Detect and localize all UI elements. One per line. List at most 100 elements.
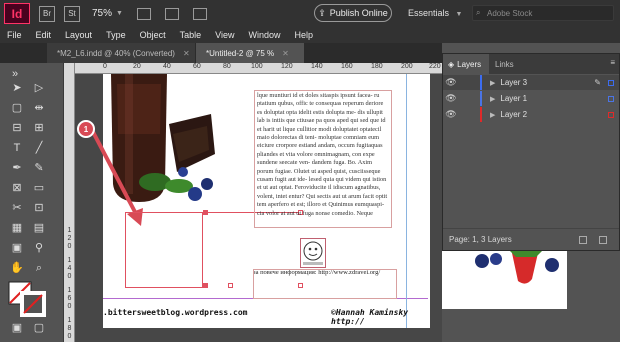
bridge-button[interactable]: Br bbox=[39, 5, 55, 22]
close-icon[interactable]: ✕ bbox=[183, 49, 190, 58]
new-layer-icon[interactable] bbox=[579, 236, 587, 244]
document-tabs: *M2_L6.indd @ 40% (Converted) ✕ *Untitle… bbox=[0, 43, 442, 63]
menu-bar: File Edit Layout Type Object Table View … bbox=[0, 27, 620, 43]
free-transform-tool-icon[interactable]: ⊡ bbox=[32, 201, 46, 215]
visibility-eye-icon[interactable]: 👁 bbox=[444, 77, 458, 88]
ruler-tick-label: 0 bbox=[67, 273, 72, 280]
ruler-tick-label: 1 bbox=[67, 287, 72, 294]
search-icon: ⌕ bbox=[476, 8, 481, 17]
normal-view-icon[interactable]: ▣ bbox=[10, 321, 24, 335]
tab-layers-label: Layers bbox=[457, 59, 482, 69]
tab-layers[interactable]: ◈ Layers bbox=[443, 54, 489, 74]
ruler-tick-label: 220 bbox=[429, 63, 441, 70]
credit-text[interactable]: ©Hannah Kaminsky http:// bbox=[331, 308, 442, 326]
zdravei-logo-image[interactable] bbox=[300, 238, 326, 268]
arrange-documents-icon[interactable] bbox=[192, 7, 207, 20]
menu-table[interactable]: Table bbox=[180, 30, 202, 40]
layer-row-1[interactable]: 👁 ▶ Layer 1 bbox=[443, 91, 619, 106]
ruler-tick-label: 80 bbox=[223, 63, 231, 70]
publish-online-button[interactable]: ⇪ Publish Online bbox=[314, 4, 392, 22]
tab-m2-l6[interactable]: *M2_L6.indd @ 40% (Converted) ✕ bbox=[47, 43, 195, 63]
menu-file[interactable]: File bbox=[7, 30, 22, 40]
view-options-icon[interactable] bbox=[136, 7, 151, 20]
tab-untitled-2[interactable]: *Untitled-2 @ 75 % ✕ bbox=[196, 43, 304, 63]
rectangle-tool-icon[interactable]: ▭ bbox=[32, 181, 46, 195]
close-icon[interactable]: ✕ bbox=[282, 49, 289, 58]
expand-triangle-icon[interactable]: ▶ bbox=[490, 79, 495, 87]
page-tool-icon[interactable]: ▢ bbox=[10, 101, 24, 115]
ruler-tick-label: 0 bbox=[67, 303, 72, 310]
tools-panel: » ➤ ▷ ▢ ⇹ ⊟ ⊞ T ╱ ✒ ✎ ⊠ ▭ ✂ ⊡ ▦ ▤ ▣ ⚲ ✋ … bbox=[0, 63, 64, 342]
layer-selection-box[interactable] bbox=[608, 79, 614, 86]
menu-edit[interactable]: Edit bbox=[36, 30, 52, 40]
selection-tool-icon[interactable]: ➤ bbox=[10, 81, 24, 95]
vertical-ruler[interactable]: 1 2 0 1 4 0 1 6 0 1 8 0 bbox=[64, 63, 75, 342]
ruler-tick-label: 1 bbox=[67, 257, 72, 264]
zoom-level-dropdown[interactable]: 75% ▼ bbox=[92, 8, 123, 19]
menu-object[interactable]: Object bbox=[140, 30, 166, 40]
menu-layout[interactable]: Layout bbox=[65, 30, 92, 40]
frame-handle[interactable] bbox=[203, 283, 208, 288]
menu-view[interactable]: View bbox=[215, 30, 234, 40]
adobe-stock-search[interactable]: ⌕ Adobe Stock bbox=[472, 5, 614, 21]
eyedropper-tool-icon[interactable]: ⚲ bbox=[32, 241, 46, 255]
tab-links-label: Links bbox=[495, 59, 514, 69]
empty-graphics-frame[interactable] bbox=[125, 212, 203, 288]
workspace-switcher[interactable]: Essentials ▼ bbox=[408, 8, 462, 18]
delete-layer-icon[interactable] bbox=[599, 236, 607, 244]
expand-triangle-icon[interactable]: ▶ bbox=[490, 111, 495, 119]
gradient-tool-icon[interactable]: ▦ bbox=[10, 221, 24, 235]
layer-row-3[interactable]: 👁 ▶ Layer 3 ✎ bbox=[443, 75, 619, 90]
publish-icon: ⇪ bbox=[318, 7, 326, 18]
screen-mode-icon[interactable] bbox=[164, 7, 179, 20]
menu-window[interactable]: Window bbox=[248, 30, 280, 40]
fill-stroke-swatch[interactable] bbox=[8, 281, 46, 317]
layers-panel: ◈ Layers Links ≡ 👁 ▶ Layer 3 ✎ 👁 ▶ Layer… bbox=[442, 53, 620, 251]
visibility-eye-icon[interactable]: 👁 bbox=[444, 93, 458, 104]
content-placer-icon[interactable]: ⊞ bbox=[32, 121, 46, 135]
preview-mode-icon[interactable]: ▢ bbox=[32, 321, 46, 335]
menu-type[interactable]: Type bbox=[106, 30, 126, 40]
rectangle-frame-tool-icon[interactable]: ⊠ bbox=[10, 181, 24, 195]
callout-number-badge: 1 bbox=[77, 120, 95, 138]
ruler-tick-label: 180 bbox=[371, 63, 383, 70]
pencil-tool-icon[interactable]: ✎ bbox=[32, 161, 46, 175]
line-tool-icon[interactable]: ╱ bbox=[32, 141, 46, 155]
stock-button[interactable]: St bbox=[64, 5, 80, 22]
direct-selection-tool-icon[interactable]: ▷ bbox=[32, 81, 46, 95]
expand-triangle-icon[interactable]: ▶ bbox=[490, 95, 495, 103]
berries-image[interactable] bbox=[442, 251, 567, 309]
frame-handle[interactable] bbox=[203, 210, 208, 215]
ruler-tick-label: 20 bbox=[133, 63, 141, 70]
tab-links[interactable]: Links bbox=[495, 54, 514, 74]
pen-tool-icon[interactable]: ✒ bbox=[10, 161, 24, 175]
layer-name: Layer 3 bbox=[500, 78, 528, 87]
type-tool-icon[interactable]: T bbox=[10, 141, 24, 155]
collapse-icon[interactable]: » bbox=[8, 67, 22, 81]
visibility-eye-icon[interactable]: 👁 bbox=[444, 109, 458, 120]
ruler-tick-label: 1 bbox=[67, 317, 72, 324]
hand-tool-icon[interactable]: ✋ bbox=[10, 261, 24, 275]
tab-label: *M2_L6.indd @ 40% (Converted) bbox=[57, 48, 175, 58]
gap-tool-icon[interactable]: ⇹ bbox=[32, 101, 46, 115]
horizontal-ruler[interactable]: 0 20 40 60 80 100 120 140 160 180 200 22… bbox=[75, 63, 442, 74]
frame-handle[interactable] bbox=[228, 283, 233, 288]
blog-url-text[interactable]: .bittersweetblog.wordpress.com bbox=[103, 308, 248, 317]
layer-selection-box[interactable] bbox=[608, 111, 614, 118]
ruler-tick-label: 6 bbox=[67, 295, 72, 302]
gradient-feather-tool-icon[interactable]: ▤ bbox=[32, 221, 46, 235]
layer-selection-box[interactable] bbox=[608, 95, 614, 102]
pen-icon: ✎ bbox=[594, 78, 601, 87]
note-tool-icon[interactable]: ▣ bbox=[10, 241, 24, 255]
ruler-tick-label: 0 bbox=[103, 63, 107, 70]
body-text-frame[interactable]: lque muntiuri id et doles sitaspis ipsun… bbox=[254, 90, 392, 228]
document-canvas[interactable]: 1 .bittersweetblog.wordpress.com lque mu… bbox=[75, 74, 442, 342]
layer-row-2[interactable]: 👁 ▶ Layer 2 bbox=[443, 107, 619, 122]
panel-menu-icon[interactable]: ≡ bbox=[610, 58, 615, 67]
content-collector-icon[interactable]: ⊟ bbox=[10, 121, 24, 135]
caption-frame[interactable] bbox=[253, 269, 397, 299]
menu-help[interactable]: Help bbox=[294, 30, 313, 40]
zoom-tool-icon[interactable]: ⌕ bbox=[32, 261, 46, 275]
collapse-icon: ◈ bbox=[448, 59, 455, 69]
scissors-tool-icon[interactable]: ✂ bbox=[10, 201, 24, 215]
